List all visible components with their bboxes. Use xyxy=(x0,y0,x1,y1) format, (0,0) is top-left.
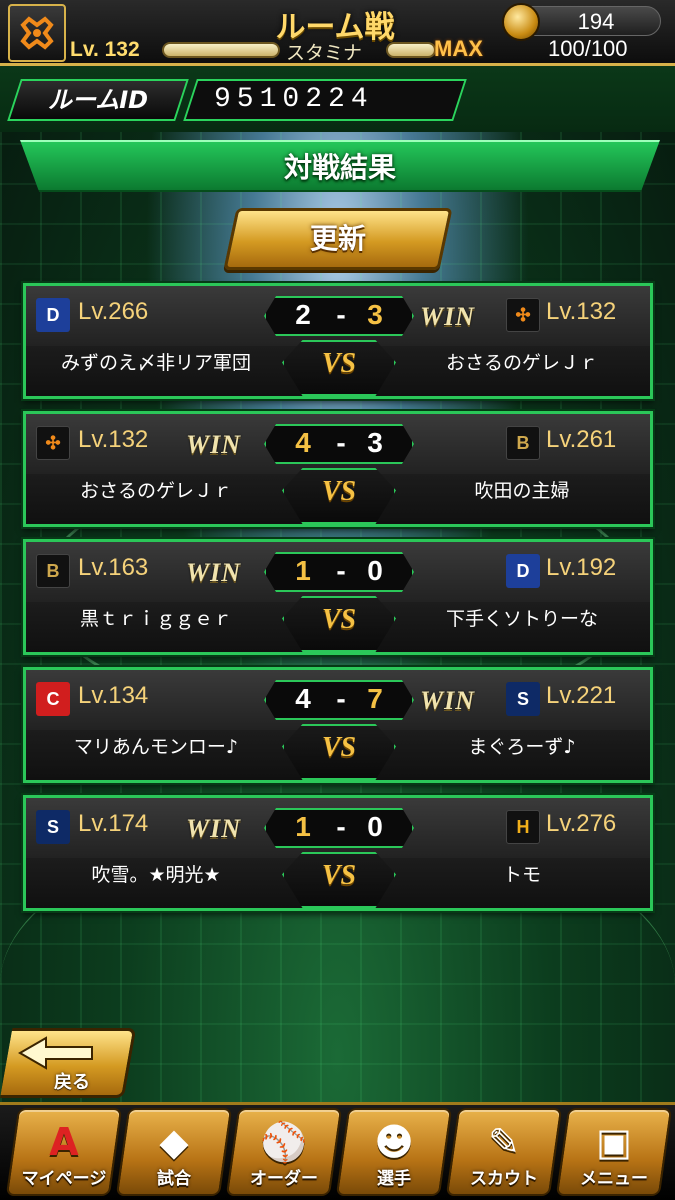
right-team-level: Lv.132 xyxy=(546,298,617,325)
giants-icon[interactable] xyxy=(8,4,66,62)
room-id-row: ルームID 9510224 xyxy=(0,66,675,132)
score-dash: - xyxy=(336,299,346,330)
left-team-level: Lv.163 xyxy=(78,554,149,581)
left-team-level: Lv.132 xyxy=(78,426,149,453)
left-team-level: Lv.134 xyxy=(78,682,149,709)
nav-label: 試合 xyxy=(157,1169,191,1189)
right-score: 0 xyxy=(367,555,383,586)
swallows-icon: S xyxy=(506,682,540,716)
nav-label: オーダー xyxy=(250,1169,318,1189)
vs-label: VS xyxy=(321,732,357,763)
right-player-name: おさるのゲレＪｒ xyxy=(445,352,598,374)
match-card[interactable]: C Lv.134 WIN 4 - 7 S Lv.221 VS マリあんモンロー♪… xyxy=(23,667,653,783)
order-icon: ⚾ xyxy=(260,1119,308,1164)
giants-icon: ✣ xyxy=(36,426,70,460)
score-dash: - xyxy=(336,555,346,586)
right-team-level: Lv.261 xyxy=(546,426,617,453)
left-team-level: Lv.174 xyxy=(78,810,149,837)
scout-icon: ✎ xyxy=(488,1120,520,1164)
right-team-level: Lv.192 xyxy=(546,554,617,581)
match-card[interactable]: B Lv.163 WIN 1 - 0 D Lv.192 VS 黒ｔｒｉｇｇｅｒ … xyxy=(23,539,653,655)
room-id-label: ルームID xyxy=(7,79,189,121)
back-arrow-icon xyxy=(17,1036,93,1070)
match-card[interactable]: S Lv.174 WIN 1 - 0 H Lv.276 VS 吹雪。★明光★ ト… xyxy=(23,795,653,911)
right-team-level: Lv.221 xyxy=(546,682,617,709)
hawks-icon: H xyxy=(506,810,540,844)
win-badge: WIN xyxy=(186,430,242,459)
section-title: 対戦結果 xyxy=(283,151,396,184)
left-player-name: おさるのゲレＪｒ xyxy=(79,480,232,502)
buffaloes-icon: B xyxy=(36,554,70,588)
right-score: 0 xyxy=(367,811,383,842)
right-score: 3 xyxy=(367,427,383,458)
left-player-name: マリあんモンロー♪ xyxy=(73,736,239,758)
stamina-bar-end xyxy=(386,42,436,58)
swallows-icon: S xyxy=(36,810,70,844)
score-dash: - xyxy=(336,427,346,458)
menu-icon: ▣ xyxy=(596,1120,632,1164)
left-team-level: Lv.266 xyxy=(78,298,149,325)
vs-label: VS xyxy=(321,348,357,379)
players-icon: ☻ xyxy=(374,1120,414,1164)
right-player-name: トモ xyxy=(502,864,541,886)
refresh-button[interactable]: 更新 xyxy=(223,208,453,270)
carp-icon: C xyxy=(36,682,70,716)
match-icon: ◆ xyxy=(159,1120,189,1164)
player-level: Lv. 132 xyxy=(70,38,140,61)
vs-label: VS xyxy=(321,476,357,507)
dragons-icon: D xyxy=(506,554,540,588)
win-badge: WIN xyxy=(186,558,242,587)
mypage-icon: A xyxy=(49,1120,79,1164)
left-score: 2 xyxy=(295,299,311,330)
win-badge: WIN xyxy=(420,686,476,715)
score-dash: - xyxy=(336,811,346,842)
coin-count: 194 xyxy=(577,9,615,34)
vs-label: VS xyxy=(321,860,357,891)
coin-icon xyxy=(502,3,540,41)
right-score: 7 xyxy=(367,683,383,714)
nav-label: マイページ xyxy=(21,1169,107,1189)
stamina-label: スタミナ xyxy=(286,42,363,64)
left-player-name: みずのえ〆非リア軍団 xyxy=(60,352,251,374)
giants-icon: ✣ xyxy=(506,298,540,332)
buffaloes-icon: B xyxy=(506,426,540,460)
left-player-name: 黒ｔｒｉｇｇｅｒ xyxy=(79,608,232,630)
room-id-value: 9510224 xyxy=(183,79,467,121)
stamina-max-label: MAX xyxy=(434,36,483,61)
right-score: 3 xyxy=(367,299,383,330)
right-player-name: 吹田の主婦 xyxy=(474,480,570,502)
left-player-name: 吹雪。★明光★ xyxy=(91,864,221,886)
vs-label: VS xyxy=(321,604,357,635)
right-team-level: Lv.276 xyxy=(546,810,617,837)
right-player-name: 下手くソトりーな xyxy=(445,608,598,630)
score-dash: - xyxy=(336,683,346,714)
nav-label: スカウト xyxy=(470,1169,538,1189)
right-player-name: まぐろーず♪ xyxy=(468,736,576,758)
win-badge: WIN xyxy=(420,302,476,331)
top-status-bar: ルーム戦 194 Lv. 132 スタミナ MAX 100/100 xyxy=(0,0,675,66)
left-score: 4 xyxy=(295,683,311,714)
coin-counter: 194 xyxy=(502,3,661,41)
dragons-icon: D xyxy=(36,298,70,332)
win-badge: WIN xyxy=(186,814,242,843)
left-score: 4 xyxy=(295,427,311,458)
back-label: 戻る xyxy=(54,1072,90,1093)
stamina-bar xyxy=(162,42,280,58)
left-score: 1 xyxy=(295,811,311,842)
nav-label: メニュー xyxy=(580,1169,648,1189)
left-score: 1 xyxy=(295,555,311,586)
stamina-value: 100/100 xyxy=(548,36,628,61)
match-card[interactable]: D Lv.266 WIN 2 - 3 ✣ Lv.132 VS みずのえ〆非リア軍… xyxy=(23,283,653,399)
nav-label: 選手 xyxy=(377,1169,411,1189)
match-card[interactable]: ✣ Lv.132 WIN 4 - 3 B Lv.261 VS おさるのゲレＪｒ … xyxy=(23,411,653,527)
